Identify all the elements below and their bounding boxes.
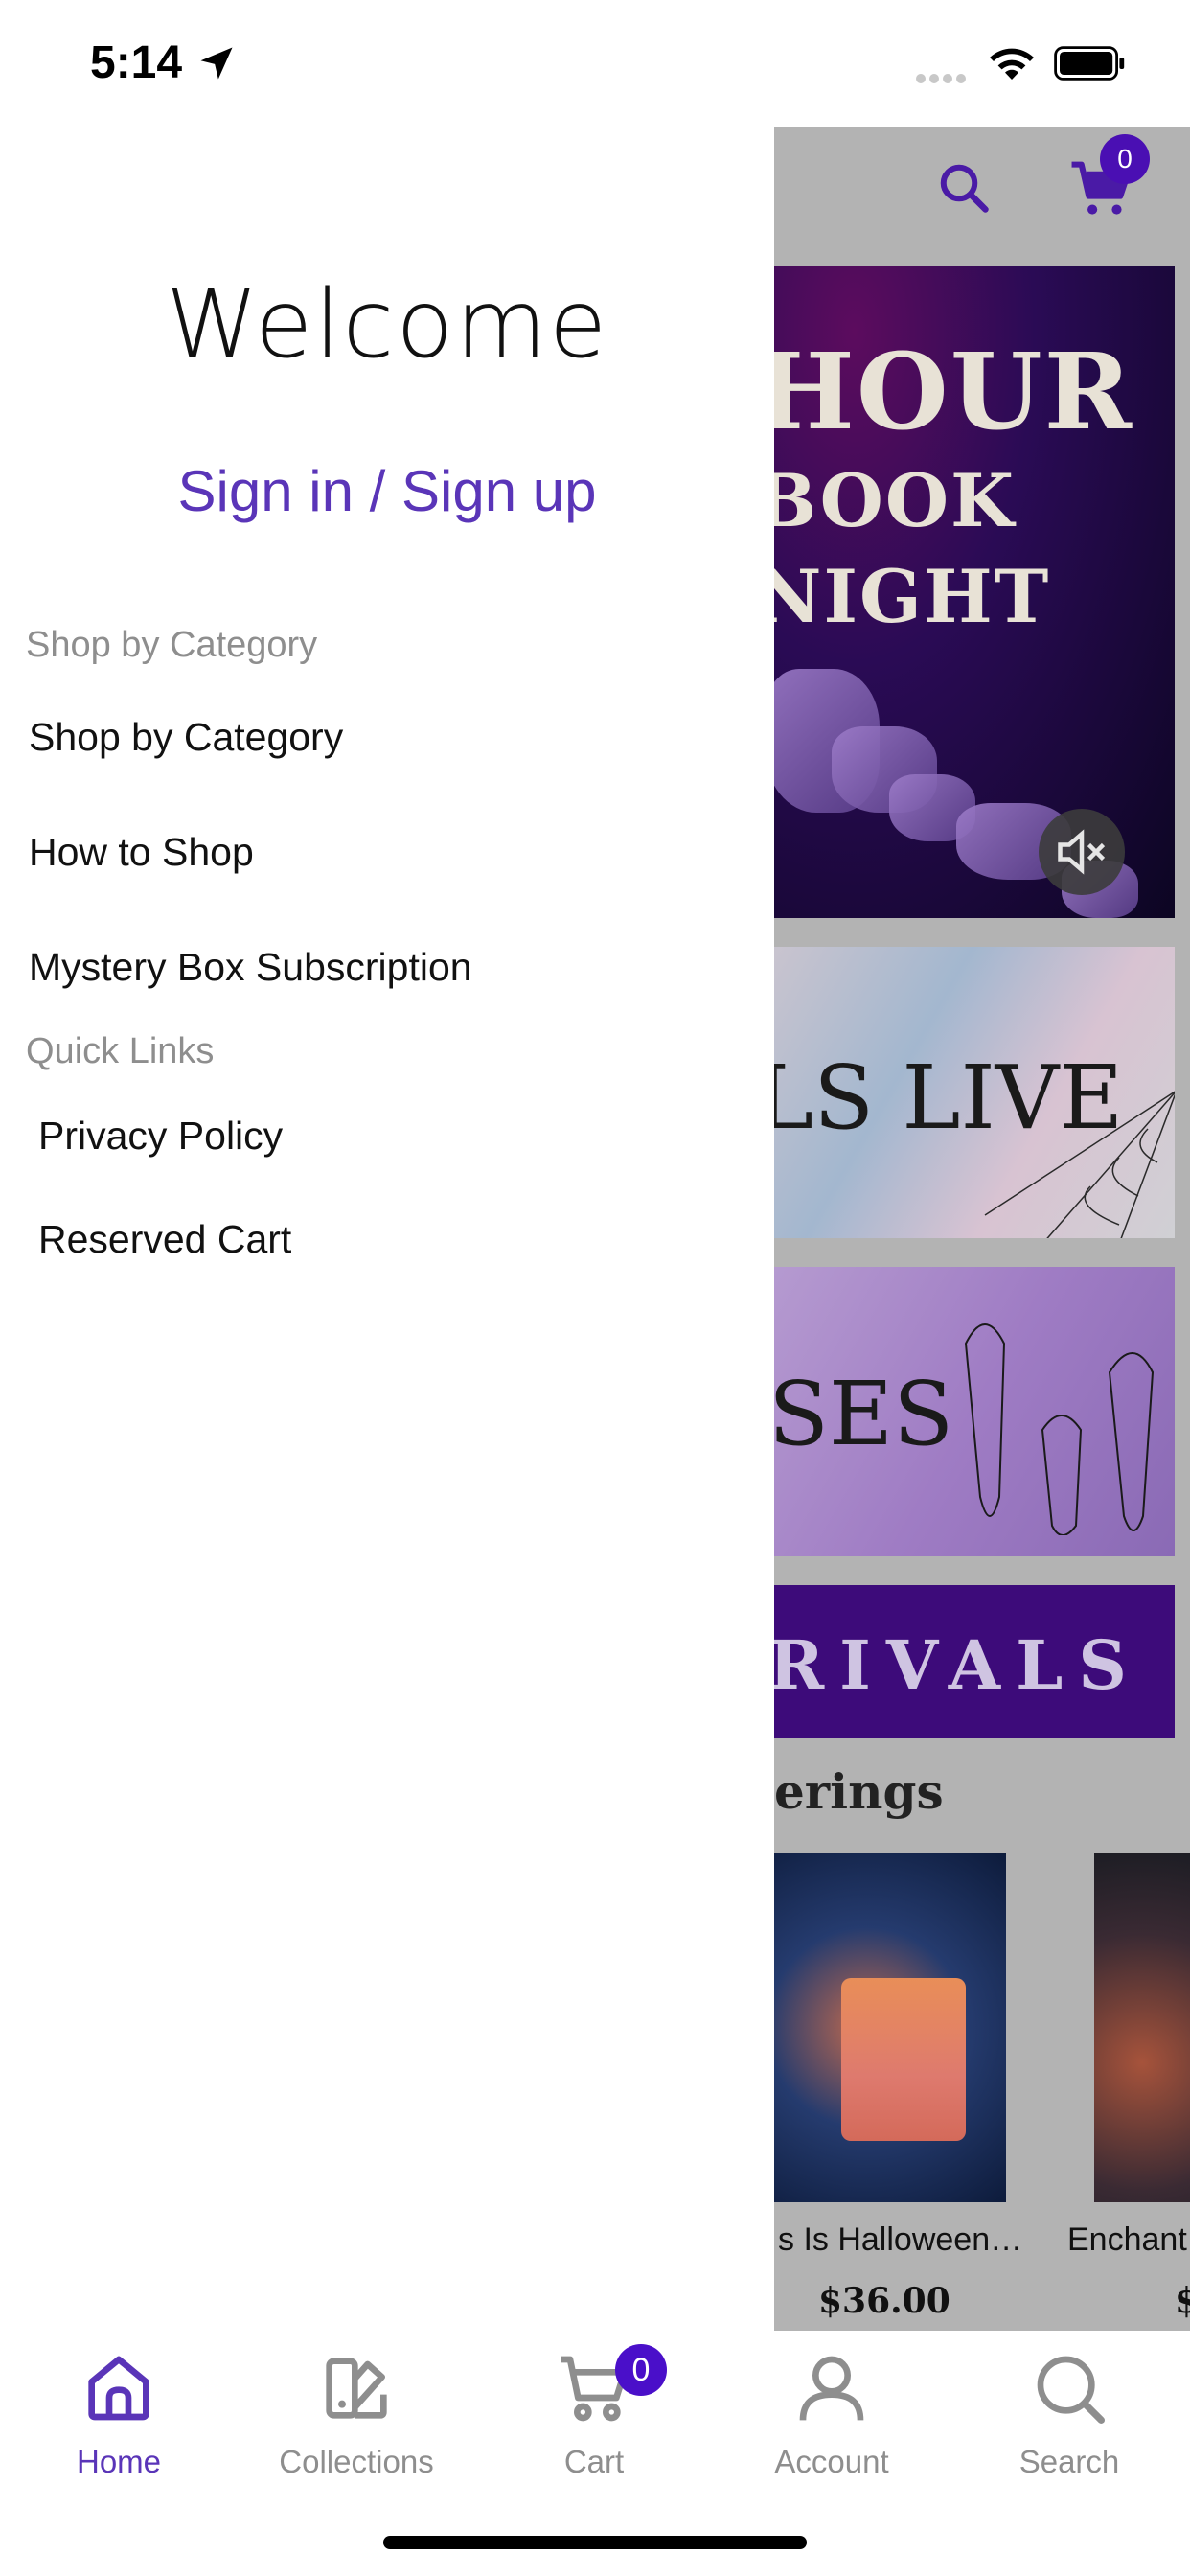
tab-label: Account <box>774 2444 889 2479</box>
spiderweb-decoration <box>984 1091 1175 1238</box>
banner-text: HOUR <box>774 330 1134 453</box>
search-icon[interactable] <box>935 159 993 217</box>
hero-video-banner[interactable]: HOUR BOOK NIGHT <box>774 266 1175 918</box>
status-time: 5:14 <box>90 37 183 88</box>
welcome-heading: Welcome <box>165 270 609 380</box>
side-drawer: Welcome Sign in / Sign up Shop by Catego… <box>0 126 774 2331</box>
section-heading-shop: Shop by Category <box>26 625 318 665</box>
collections-icon <box>326 2358 387 2419</box>
status-bar: 5:14 <box>0 0 1190 126</box>
app-screen: 5:14 0 HOUR BOOK NIGHT LS LIVE SES RIVAL… <box>0 0 1190 2576</box>
cart-count-badge: 0 <box>615 2344 667 2396</box>
product-price: $36.00 <box>818 2281 950 2321</box>
section-heading-quick-links: Quick Links <box>26 1031 215 1071</box>
sign-in-link[interactable]: Sign in / Sign up <box>0 458 774 524</box>
wifi-icon <box>990 48 1034 80</box>
tab-search[interactable]: Search <box>973 2350 1165 2494</box>
background-home-page[interactable]: 0 HOUR BOOK NIGHT LS LIVE SES RIVALS eri… <box>774 126 1190 2331</box>
tab-label: Home <box>76 2444 162 2479</box>
tab-label: Search <box>1018 2444 1120 2479</box>
banner-text: RIVALS <box>774 1625 1142 1705</box>
product-image[interactable] <box>774 1853 1006 2202</box>
drawer-item-reserved-cart[interactable]: Reserved Cart <box>38 1217 291 1262</box>
new-arrivals-banner[interactable]: RIVALS <box>774 1585 1175 1738</box>
banner-text: NIGHT <box>774 554 1051 639</box>
home-indicator[interactable] <box>383 2536 807 2549</box>
tab-account[interactable]: Account <box>736 2350 927 2494</box>
home-icon <box>88 2356 149 2421</box>
section-title: erings <box>774 1763 944 1820</box>
product-image[interactable] <box>1094 1853 1190 2202</box>
mute-button[interactable] <box>1039 809 1125 895</box>
drawer-item-shop-by-category[interactable]: Shop by Category <box>29 715 343 760</box>
product-price: $ <box>1175 2281 1190 2321</box>
drawer-item-privacy-policy[interactable]: Privacy Policy <box>38 1114 283 1159</box>
tab-label: Cart <box>563 2444 625 2479</box>
background-header: 0 <box>774 126 1190 261</box>
battery-icon <box>1054 46 1125 80</box>
account-icon <box>799 2356 864 2421</box>
location-arrow-icon <box>200 47 233 80</box>
tab-home[interactable]: Home <box>23 2350 215 2494</box>
banner-text: BOOK <box>774 458 1017 543</box>
classes-banner[interactable]: SES <box>774 1267 1175 1556</box>
ghost-decoration <box>964 1323 1155 1535</box>
tab-label: Collections <box>279 2444 434 2479</box>
speaker-mute-icon <box>1058 829 1106 875</box>
drawer-item-mystery-box[interactable]: Mystery Box Subscription <box>29 945 472 990</box>
banner-text: SES <box>774 1363 954 1465</box>
tab-collections[interactable]: Collections <box>261 2350 452 2494</box>
product-name[interactable]: s Is Halloween… <box>778 2221 1022 2259</box>
bottom-tab-bar: Home Collections Cart Account Search 0 <box>0 2331 1190 2576</box>
live-banner[interactable]: LS LIVE <box>774 947 1175 1238</box>
product-name[interactable]: Enchant <box>1067 2221 1187 2259</box>
cellular-signal-icon <box>916 71 970 88</box>
cart-count-badge: 0 <box>1100 134 1150 184</box>
drawer-item-how-to-shop[interactable]: How to Shop <box>29 830 254 875</box>
search-icon <box>1037 2356 1105 2424</box>
